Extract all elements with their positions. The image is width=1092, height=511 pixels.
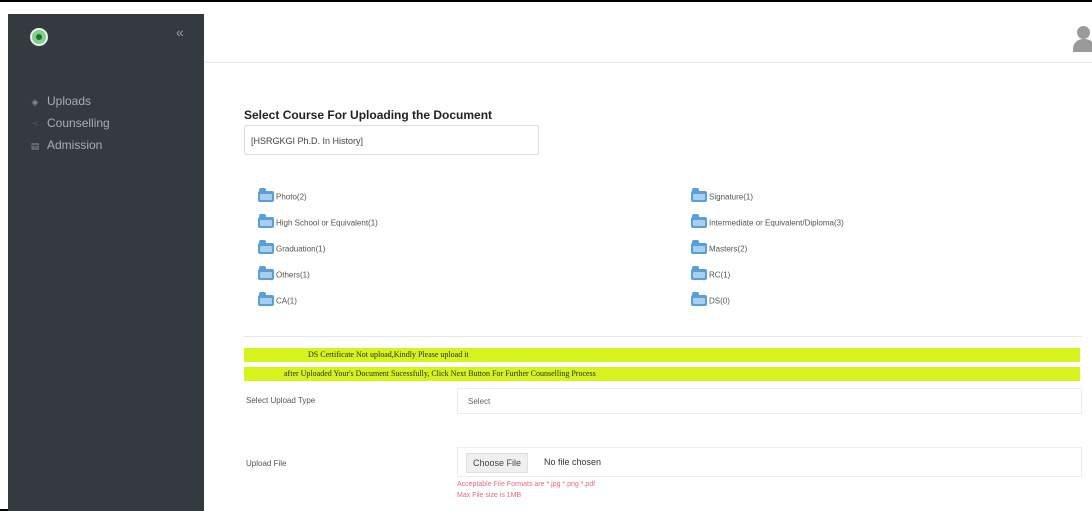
- choose-file-button[interactable]: Choose File: [466, 453, 529, 473]
- doc-masters[interactable]: Masters(2): [691, 240, 747, 262]
- upload-icon: ◈: [31, 97, 39, 107]
- folder-icon: [258, 214, 274, 228]
- document-list: Photo(2) Signature(1) High School or Equ…: [244, 172, 1082, 337]
- doc-ds[interactable]: DS(0): [691, 292, 730, 314]
- file-format-hint: Acceptable File Formats are *.jpg *.png …: [457, 481, 596, 488]
- user-avatar-icon[interactable]: [1072, 26, 1092, 52]
- doc-high-school[interactable]: High School or Equivalent(1): [258, 214, 378, 236]
- doc-others[interactable]: Others(1): [258, 266, 310, 288]
- sidebar-item-uploads[interactable]: ◈ Uploads: [8, 90, 204, 112]
- folder-icon: [691, 240, 707, 254]
- folder-icon: [258, 188, 274, 202]
- folder-icon: [258, 240, 274, 254]
- doc-intermediate[interactable]: Intermediate or Equivalent/Diploma(3): [691, 214, 844, 236]
- doc-photo[interactable]: Photo(2): [258, 188, 307, 210]
- folder-icon: [258, 292, 274, 306]
- sidebar: « ◈ Uploads ⁖ Counselling ▤ Admission: [8, 14, 204, 511]
- next-step-notice: after Uploaded Your's Document Sucessful…: [244, 367, 1080, 381]
- chevron-left-icon[interactable]: «: [176, 24, 184, 40]
- folder-icon: [691, 266, 707, 280]
- app-logo: [30, 28, 48, 46]
- upload-type-select[interactable]: Select: [457, 388, 1082, 414]
- admission-icon: ▤: [30, 141, 40, 151]
- sidebar-item-label: Uploads: [47, 94, 92, 108]
- course-select[interactable]: [HSRGKGI Ph.D. In History]: [244, 125, 539, 155]
- missing-document-notice: DS Certificate Not upload,Kindly Please …: [244, 348, 1080, 362]
- file-input: Choose File No file chosen: [457, 447, 1082, 477]
- folder-icon: [691, 292, 707, 306]
- file-status-text: No file chosen: [544, 457, 602, 467]
- folder-icon: [691, 188, 707, 202]
- upload-type-label: Select Upload Type: [246, 396, 316, 405]
- upload-file-label: Upload File: [246, 459, 287, 468]
- doc-ca[interactable]: CA(1): [258, 292, 297, 314]
- doc-signature[interactable]: Signature(1): [691, 188, 753, 210]
- folder-icon: [258, 266, 274, 280]
- doc-rc[interactable]: RC(1): [691, 266, 730, 288]
- top-navbar: [204, 14, 1092, 63]
- counselling-icon: ⁖: [32, 119, 38, 129]
- sidebar-item-counselling[interactable]: ⁖ Counselling: [8, 112, 204, 134]
- page-title: Select Course For Uploading the Document: [244, 108, 493, 122]
- sidebar-item-label: Counselling: [47, 116, 110, 130]
- file-size-hint: Max File size is 1MB: [457, 492, 522, 499]
- sidebar-nav: ◈ Uploads ⁖ Counselling ▤ Admission: [8, 90, 204, 156]
- folder-icon: [691, 214, 707, 228]
- sidebar-item-admission[interactable]: ▤ Admission: [8, 134, 204, 156]
- sidebar-brand: «: [8, 14, 204, 58]
- sidebar-item-label: Admission: [47, 138, 103, 152]
- main-content: Select Course For Uploading the Document…: [204, 96, 1092, 511]
- doc-graduation[interactable]: Graduation(1): [258, 240, 325, 262]
